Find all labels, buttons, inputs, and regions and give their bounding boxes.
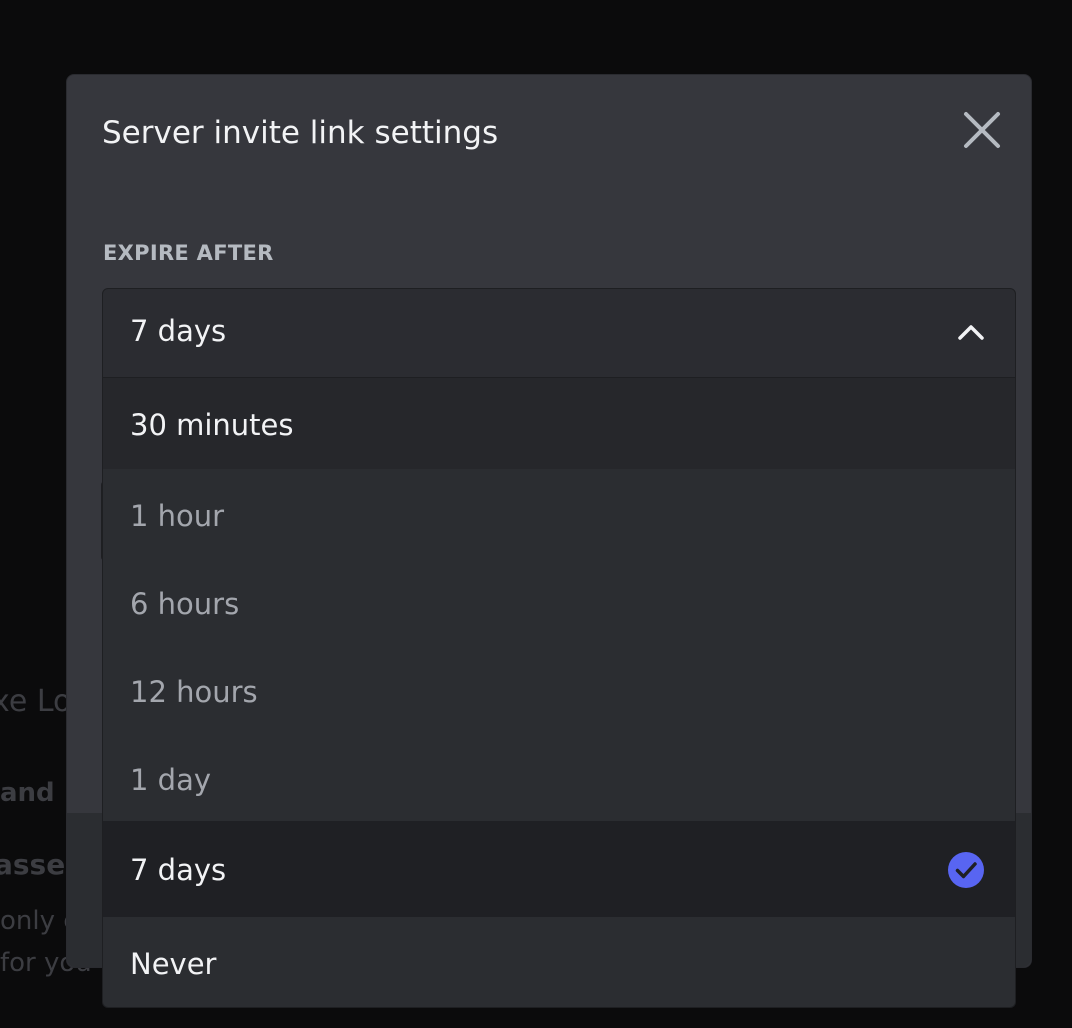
option-label: 12 hours [130,675,258,709]
selected-value: 7 days [130,314,227,348]
option-30-minutes[interactable]: 30 minutes [103,378,1015,469]
expire-after-label: EXPIRE AFTER [103,241,274,265]
close-button[interactable] [957,105,1007,155]
option-label: 1 hour [130,499,225,533]
checkmark-circle-icon [948,852,984,888]
option-6-hours[interactable]: 6 hours [103,557,1015,645]
expire-after-select[interactable]: 7 days [102,288,1016,378]
background-text: asse [0,848,66,881]
option-label: 7 days [130,853,227,887]
option-7-days[interactable]: 7 days [103,821,1015,917]
modal-title: Server invite link settings [102,115,499,151]
option-1-hour[interactable]: 1 hour [103,469,1015,557]
option-1-day[interactable]: 1 day [103,733,1015,821]
expire-after-options: 30 minutes 1 hour 6 hours 12 hours 1 day… [102,378,1016,1008]
option-never[interactable]: Never [103,917,1015,1007]
option-label: 6 hours [130,587,240,621]
option-label: Never [130,947,217,981]
chevron-up-icon [958,325,984,340]
page: xe Lo and asse only c for you Server inv… [0,0,1072,1028]
background-text: xe Lo [0,684,72,719]
close-icon [964,112,1000,148]
option-label: 1 day [130,763,212,797]
option-12-hours[interactable]: 12 hours [103,645,1015,733]
background-text: and [0,778,55,808]
option-label: 30 minutes [130,408,294,442]
